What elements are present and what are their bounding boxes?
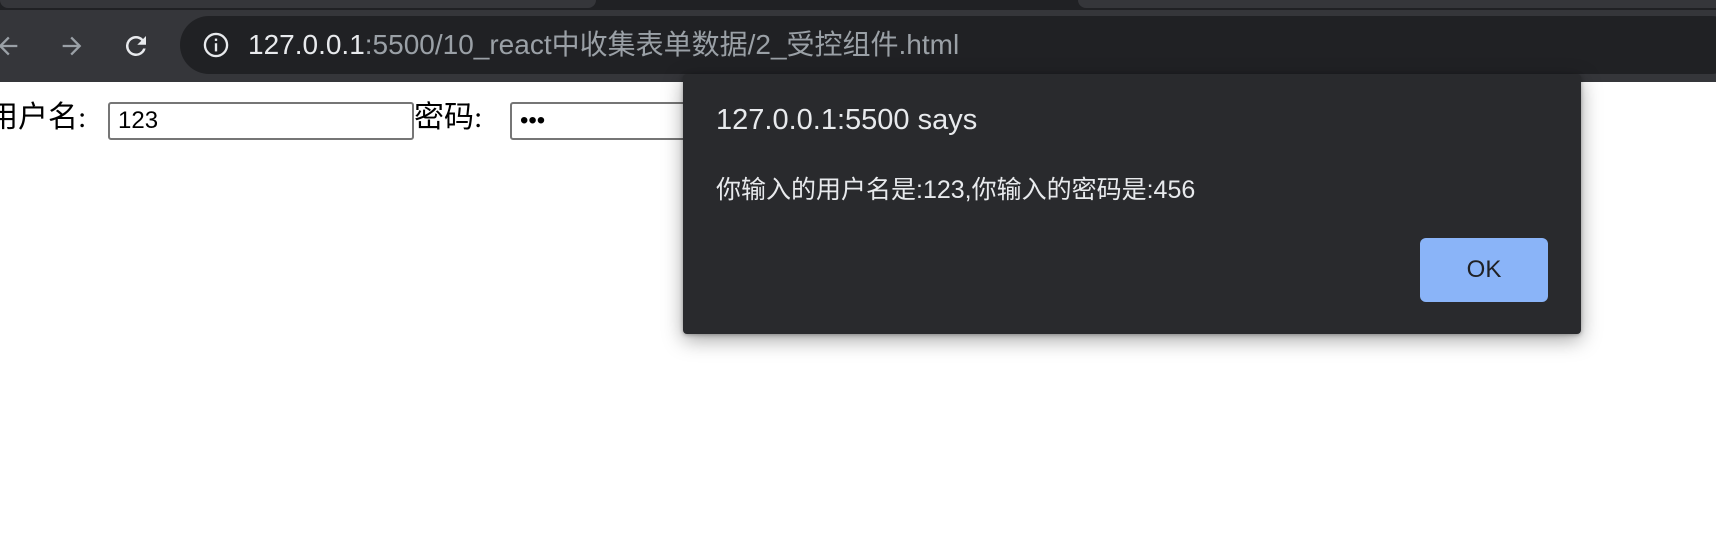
reload-icon: [125, 35, 146, 56]
username-input[interactable]: [108, 102, 414, 140]
dialog-title: 127.0.0.1:5500 says: [716, 104, 978, 136]
ok-button[interactable]: OK: [1420, 238, 1548, 302]
password-label: 密码:: [414, 101, 483, 134]
url-path: :5500/10_react中收集表单数据/2_受控组件.html: [364, 29, 960, 60]
username-label: 用户名:: [0, 101, 87, 134]
tab-strip: [0, 0, 1716, 10]
alert-dialog: 127.0.0.1:5500 says 你输入的用户名是:123,你输入的密码是…: [683, 74, 1581, 334]
url-host: 127.0.0.1: [248, 29, 365, 60]
address-bar[interactable]: 127.0.0.1:5500/10_react中收集表单数据/2_受控组件.ht…: [180, 16, 1716, 74]
url-text[interactable]: 127.0.0.1:5500/10_react中收集表单数据/2_受控组件.ht…: [248, 16, 959, 74]
browser-toolbar: 127.0.0.1:5500/10_react中收集表单数据/2_受控组件.ht…: [0, 10, 1716, 82]
forward-button[interactable]: [50, 24, 94, 68]
browser-tab[interactable]: [1078, 0, 1716, 8]
arrow-right-icon: [62, 36, 82, 56]
reload-button[interactable]: [114, 24, 158, 68]
back-button[interactable]: [0, 24, 30, 68]
info-icon[interactable]: [202, 31, 230, 59]
arrow-left-icon: [0, 36, 18, 56]
password-input[interactable]: [510, 102, 710, 140]
dialog-message: 你输入的用户名是:123,你输入的密码是:456: [716, 176, 1196, 204]
browser-tab[interactable]: [0, 0, 596, 8]
